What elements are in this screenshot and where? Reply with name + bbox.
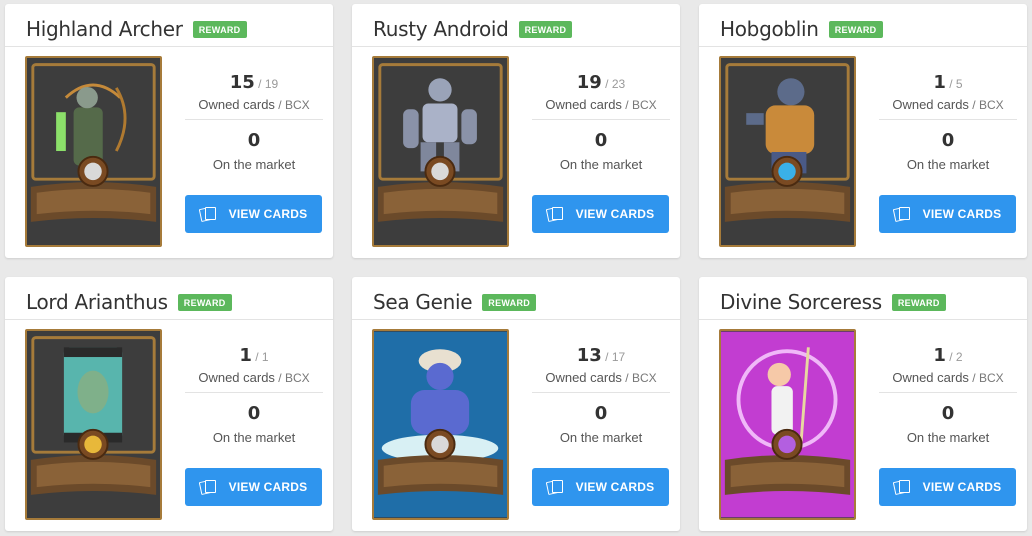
market-count: 0 — [247, 403, 261, 424]
cards-icon — [892, 206, 911, 223]
market-label: On the market — [906, 157, 990, 172]
card-name: Divine Sorceress — [720, 290, 882, 314]
card-header: Hobgoblin REWARD — [699, 4, 1027, 47]
owned-label: Owned cards / BCX — [185, 97, 323, 120]
cards-icon — [198, 206, 217, 223]
card-artwork — [721, 58, 854, 245]
card-stats: 13 / 17 Owned cards / BCX 0 On the marke… — [532, 325, 670, 445]
market-count: 0 — [247, 130, 261, 151]
card-artwork — [374, 331, 507, 518]
card-artwork — [27, 58, 160, 245]
owned-number: 1 — [933, 72, 946, 93]
bcx-number: 19 — [264, 77, 279, 91]
owned-label: Owned cards / BCX — [532, 370, 670, 393]
card-art-lord-arianthus[interactable] — [25, 329, 162, 520]
owned-label: Owned cards / BCX — [879, 97, 1017, 120]
card-art-rusty-android[interactable] — [372, 56, 509, 247]
card-artwork — [27, 331, 160, 518]
cards-icon — [545, 479, 564, 496]
bcx-number: 23 — [611, 77, 626, 91]
card-art-sea-genie[interactable] — [372, 329, 509, 520]
owned-number: 1 — [933, 345, 946, 366]
reward-badge: REWARD — [891, 293, 946, 311]
owned-count: 13 / 17 — [576, 345, 626, 366]
card-stats: 1 / 5 Owned cards / BCX 0 On the market — [879, 52, 1017, 172]
card-art-highland-archer[interactable] — [25, 56, 162, 247]
market-count: 0 — [941, 403, 955, 424]
card-hobgoblin: Hobgoblin REWARD 1 / 5 Owned cards / BCX … — [699, 4, 1027, 258]
reward-badge: REWARD — [482, 293, 537, 311]
market-count: 0 — [594, 130, 608, 151]
owned-label: Owned cards / BCX — [879, 370, 1017, 393]
card-name: Lord Arianthus — [26, 290, 168, 314]
owned-number: 1 — [239, 345, 252, 366]
owned-count: 19 / 23 — [576, 72, 626, 93]
card-header: Rusty Android REWARD — [352, 4, 680, 47]
card-header: Divine Sorceress REWARD — [699, 277, 1027, 320]
owned-count: 15 / 19 — [229, 72, 279, 93]
card-title: Rusty Android REWARD — [373, 17, 573, 41]
owned-number: 13 — [576, 345, 602, 366]
cards-icon — [198, 479, 217, 496]
owned-count: 1 / 1 — [239, 345, 269, 366]
owned-count: 1 / 5 — [933, 72, 963, 93]
card-header: Lord Arianthus REWARD — [5, 277, 333, 320]
bcx-number: 1 — [261, 350, 269, 364]
card-lord-arianthus: Lord Arianthus REWARD 1 / 1 Owned cards /… — [5, 277, 333, 531]
owned-label: Owned cards / BCX — [532, 97, 670, 120]
market-count: 0 — [941, 130, 955, 151]
cards-icon — [545, 206, 564, 223]
owned-number: 15 — [229, 72, 255, 93]
bcx-number: 2 — [955, 350, 963, 364]
market-label: On the market — [212, 430, 296, 445]
card-title: Lord Arianthus REWARD — [26, 290, 232, 314]
owned-label: Owned cards / BCX — [185, 370, 323, 393]
bcx-number: 17 — [611, 350, 626, 364]
cards-icon — [892, 479, 911, 496]
view-cards-button[interactable]: VIEW CARDS — [879, 195, 1016, 233]
view-cards-button[interactable]: VIEW CARDS — [185, 195, 322, 233]
card-rusty-android: Rusty Android REWARD 19 / 23 Owned cards … — [352, 4, 680, 258]
card-title: Divine Sorceress REWARD — [720, 290, 946, 314]
reward-badge: REWARD — [177, 293, 232, 311]
card-name: Sea Genie — [373, 290, 473, 314]
owned-number: 19 — [576, 72, 602, 93]
market-label: On the market — [559, 430, 643, 445]
owned-count: 1 / 2 — [933, 345, 963, 366]
card-highland-archer: Highland Archer REWARD 15 / 19 Owned card… — [5, 4, 333, 258]
card-name: Rusty Android — [373, 17, 509, 41]
card-header: Sea Genie REWARD — [352, 277, 680, 320]
card-artwork — [721, 331, 854, 518]
card-art-divine-sorceress[interactable] — [719, 329, 856, 520]
market-label: On the market — [212, 157, 296, 172]
card-name: Highland Archer — [26, 17, 183, 41]
card-stats: 19 / 23 Owned cards / BCX 0 On the marke… — [532, 52, 670, 172]
market-count: 0 — [594, 403, 608, 424]
card-title: Sea Genie REWARD — [373, 290, 537, 314]
market-label: On the market — [906, 430, 990, 445]
card-header: Highland Archer REWARD — [5, 4, 333, 47]
card-art-hobgoblin[interactable] — [719, 56, 856, 247]
view-cards-button[interactable]: VIEW CARDS — [185, 468, 322, 506]
card-stats: 1 / 1 Owned cards / BCX 0 On the market — [185, 325, 323, 445]
card-name: Hobgoblin — [720, 17, 819, 41]
card-artwork — [374, 58, 507, 245]
card-divine-sorceress: Divine Sorceress REWARD 1 / 2 Owned cards… — [699, 277, 1027, 531]
market-label: On the market — [559, 157, 643, 172]
view-cards-button[interactable]: VIEW CARDS — [532, 468, 669, 506]
reward-badge: REWARD — [192, 20, 247, 38]
card-title: Hobgoblin REWARD — [720, 17, 883, 41]
card-stats: 15 / 19 Owned cards / BCX 0 On the marke… — [185, 52, 323, 172]
view-cards-button[interactable]: VIEW CARDS — [532, 195, 669, 233]
view-cards-button[interactable]: VIEW CARDS — [879, 468, 1016, 506]
reward-badge: REWARD — [518, 20, 573, 38]
card-sea-genie: Sea Genie REWARD 13 / 17 Owned cards / BC… — [352, 277, 680, 531]
card-stats: 1 / 2 Owned cards / BCX 0 On the market — [879, 325, 1017, 445]
bcx-number: 5 — [955, 77, 963, 91]
reward-badge: REWARD — [828, 20, 883, 38]
card-title: Highland Archer REWARD — [26, 17, 247, 41]
